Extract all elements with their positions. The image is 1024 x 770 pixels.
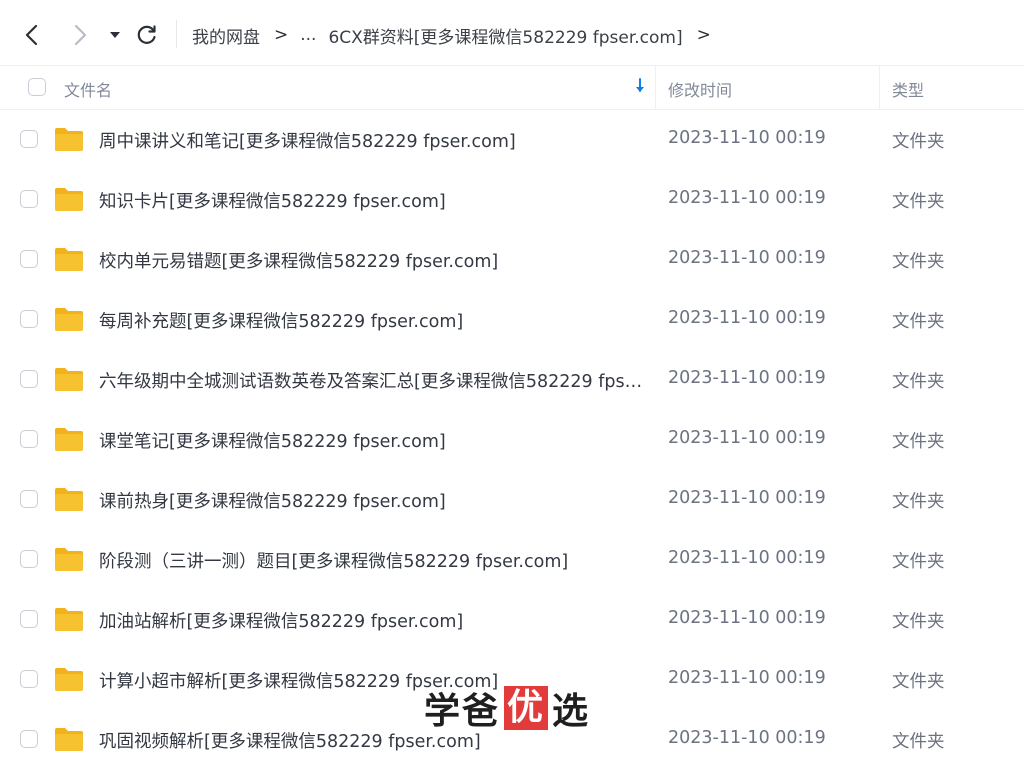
arrow-down-icon xyxy=(636,78,644,92)
select-all-checkbox[interactable] xyxy=(28,78,46,96)
file-row[interactable]: 六年级期中全城测试语数英卷及答案汇总[更多课程微信582229 fpser.co… xyxy=(0,350,1024,410)
file-name: 阶段测（三讲一测）题目[更多课程微信582229 fpser.com] xyxy=(99,552,569,572)
file-row[interactable]: 课堂笔记[更多课程微信582229 fpser.com] 2023-11-10 … xyxy=(0,410,1024,470)
file-name: 每周补充题[更多课程微信582229 fpser.com] xyxy=(99,312,464,332)
file-row[interactable]: 课前热身[更多课程微信582229 fpser.com] 2023-11-10 … xyxy=(0,470,1024,530)
file-name: 知识卡片[更多课程微信582229 fpser.com] xyxy=(99,192,446,212)
chevron-left-icon xyxy=(25,24,38,46)
file-type: 文件夹 xyxy=(892,192,945,212)
file-modified-time: 2023-11-10 00:19 xyxy=(668,248,826,268)
row-checkbox[interactable] xyxy=(20,490,38,508)
row-checkbox[interactable] xyxy=(20,130,38,148)
column-divider[interactable] xyxy=(879,66,880,109)
column-divider[interactable] xyxy=(655,66,656,109)
file-type: 文件夹 xyxy=(892,132,945,152)
breadcrumb-ellipsis[interactable]: ... xyxy=(300,25,316,45)
caret-down-icon xyxy=(110,32,120,38)
column-header-name[interactable]: 文件名 xyxy=(64,77,112,101)
sort-toggle[interactable] xyxy=(634,78,646,98)
row-checkbox[interactable] xyxy=(20,310,38,328)
watermark-text: 学爸 xyxy=(424,691,501,732)
toolbar-divider xyxy=(176,20,177,48)
file-modified-time: 2023-11-10 00:19 xyxy=(668,308,826,328)
column-header-modified[interactable]: 修改时间 xyxy=(668,77,732,101)
file-name: 周中课讲义和笔记[更多课程微信582229 fpser.com] xyxy=(99,132,516,152)
chevron-right-icon xyxy=(74,24,87,46)
row-checkbox[interactable] xyxy=(20,610,38,628)
history-dropdown-button[interactable] xyxy=(104,20,126,50)
file-type: 文件夹 xyxy=(892,252,945,272)
file-name: 加油站解析[更多课程微信582229 fpser.com] xyxy=(99,612,464,632)
watermark-logo: 学爸 优 选 xyxy=(424,686,590,732)
back-button[interactable] xyxy=(18,20,46,50)
row-checkbox[interactable] xyxy=(20,250,38,268)
folder-icon xyxy=(55,308,83,331)
file-type: 文件夹 xyxy=(892,372,945,392)
file-type: 文件夹 xyxy=(892,732,945,752)
row-checkbox[interactable] xyxy=(20,190,38,208)
file-modified-time: 2023-11-10 00:19 xyxy=(668,428,826,448)
toolbar: 我的网盘 > ... 6CX群资料[更多课程微信582229 fpser.com… xyxy=(0,0,1024,66)
breadcrumb-root[interactable]: 我的网盘 xyxy=(192,23,260,48)
row-checkbox[interactable] xyxy=(20,670,38,688)
file-modified-time: 2023-11-10 00:19 xyxy=(668,548,826,568)
file-modified-time: 2023-11-10 00:19 xyxy=(668,128,826,148)
refresh-icon xyxy=(137,25,156,44)
folder-icon xyxy=(55,548,83,571)
folder-icon xyxy=(55,728,83,751)
file-type: 文件夹 xyxy=(892,492,945,512)
list-header: 文件名 修改时间 类型 xyxy=(0,66,1024,110)
breadcrumb-separator: > xyxy=(274,25,289,45)
column-header-type[interactable]: 类型 xyxy=(892,77,924,101)
folder-icon xyxy=(55,248,83,271)
file-modified-time: 2023-11-10 00:19 xyxy=(668,188,826,208)
file-type: 文件夹 xyxy=(892,672,945,692)
file-type: 文件夹 xyxy=(892,312,945,332)
file-row[interactable]: 周中课讲义和笔记[更多课程微信582229 fpser.com] 2023-11… xyxy=(0,110,1024,170)
file-modified-time: 2023-11-10 00:19 xyxy=(668,608,826,628)
watermark-text: 选 xyxy=(552,691,591,732)
breadcrumb-separator[interactable]: > xyxy=(697,25,711,45)
file-name: 课堂笔记[更多课程微信582229 fpser.com] xyxy=(99,432,446,452)
file-type: 文件夹 xyxy=(892,552,945,572)
folder-icon xyxy=(55,128,83,151)
watermark-highlight: 优 xyxy=(504,686,549,730)
file-type: 文件夹 xyxy=(892,612,945,632)
folder-icon xyxy=(55,488,83,511)
row-checkbox[interactable] xyxy=(20,370,38,388)
file-row[interactable]: 每周补充题[更多课程微信582229 fpser.com] 2023-11-10… xyxy=(0,290,1024,350)
folder-icon xyxy=(55,608,83,631)
file-row[interactable]: 校内单元易错题[更多课程微信582229 fpser.com] 2023-11-… xyxy=(0,230,1024,290)
file-modified-time: 2023-11-10 00:19 xyxy=(668,728,826,748)
file-row[interactable]: 知识卡片[更多课程微信582229 fpser.com] 2023-11-10 … xyxy=(0,170,1024,230)
file-name: 课前热身[更多课程微信582229 fpser.com] xyxy=(99,492,446,512)
row-checkbox[interactable] xyxy=(20,550,38,568)
file-name: 校内单元易错题[更多课程微信582229 fpser.com] xyxy=(99,252,499,272)
breadcrumb: 我的网盘 > ... 6CX群资料[更多课程微信582229 fpser.com… xyxy=(192,20,723,50)
folder-icon xyxy=(55,188,83,211)
forward-button[interactable] xyxy=(66,20,94,50)
refresh-button[interactable] xyxy=(133,20,161,50)
file-modified-time: 2023-11-10 00:19 xyxy=(668,488,826,508)
file-row[interactable]: 阶段测（三讲一测）题目[更多课程微信582229 fpser.com] 2023… xyxy=(0,530,1024,590)
row-checkbox[interactable] xyxy=(20,730,38,748)
file-modified-time: 2023-11-10 00:19 xyxy=(668,668,826,688)
row-checkbox[interactable] xyxy=(20,430,38,448)
folder-icon xyxy=(55,368,83,391)
file-type: 文件夹 xyxy=(892,432,945,452)
folder-icon xyxy=(55,668,83,691)
file-row[interactable]: 加油站解析[更多课程微信582229 fpser.com] 2023-11-10… xyxy=(0,590,1024,650)
file-name: 六年级期中全城测试语数英卷及答案汇总[更多课程微信582229 fpser.co… xyxy=(99,372,644,392)
file-modified-time: 2023-11-10 00:19 xyxy=(668,368,826,388)
folder-icon xyxy=(55,428,83,451)
file-list: 周中课讲义和笔记[更多课程微信582229 fpser.com] 2023-11… xyxy=(0,110,1024,770)
breadcrumb-current[interactable]: 6CX群资料[更多课程微信582229 fpser.com] xyxy=(328,23,682,48)
